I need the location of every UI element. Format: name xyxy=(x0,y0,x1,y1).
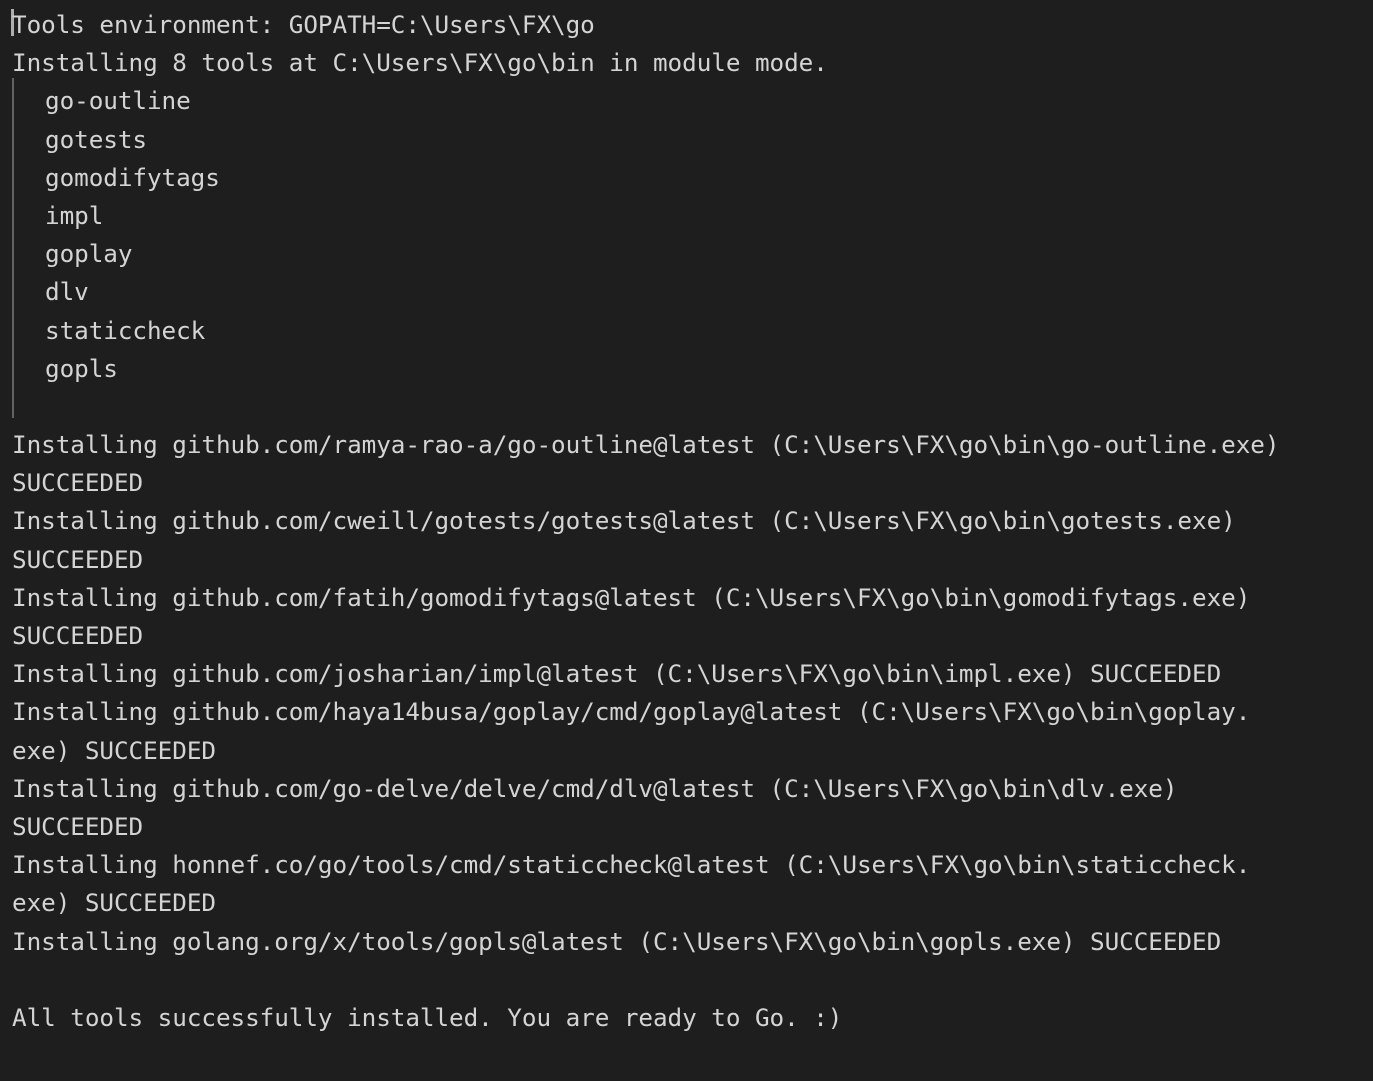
console-install-line: Installing github.com/haya14busa/goplay/… xyxy=(12,697,1251,727)
console-install-line: Installing github.com/cweill/gotests/got… xyxy=(12,506,1236,536)
tool-list-item: go-outline xyxy=(45,86,191,116)
console-install-line: exe) SUCCEEDED xyxy=(12,735,216,765)
tool-list-item: goplay xyxy=(45,239,133,269)
console-install-line: Installing github.com/ramya-rao-a/go-out… xyxy=(12,430,1280,460)
console-line-installing-count: Installing 8 tools at C:\Users\FX\go\bin… xyxy=(12,48,828,78)
output-panel[interactable]: Tools environment: GOPATH=C:\Users\FX\go… xyxy=(0,0,1373,1081)
tool-list-item: gomodifytags xyxy=(45,162,220,192)
tool-list-item: impl xyxy=(45,200,104,230)
console-line-tools-environment: Tools environment: GOPATH=C:\Users\FX\go xyxy=(12,10,595,39)
console-install-line: SUCCEEDED xyxy=(12,468,144,498)
tool-list-item: gotests xyxy=(45,124,147,154)
console-install-line: SUCCEEDED xyxy=(12,811,144,841)
console-install-line: Installing github.com/josharian/impl@lat… xyxy=(12,659,1222,689)
console-install-line: SUCCEEDED xyxy=(12,544,144,574)
console-install-line: Installing github.com/go-delve/delve/cmd… xyxy=(12,773,1178,803)
console-line-all-tools-installed: All tools successfully installed. You ar… xyxy=(12,1002,843,1032)
tool-list-item: staticcheck xyxy=(45,315,206,345)
console-install-line: Installing honnef.co/go/tools/cmd/static… xyxy=(12,850,1251,880)
console-install-line: SUCCEEDED xyxy=(12,621,144,650)
console-install-line: Installing golang.org/x/tools/gopls@late… xyxy=(12,926,1222,956)
console-install-line: Installing github.com/fatih/gomodifytags… xyxy=(12,582,1251,612)
tool-list-item: gopls xyxy=(45,353,118,383)
console-install-line: exe) SUCCEEDED xyxy=(12,888,216,918)
tool-list-item: dlv xyxy=(45,277,89,307)
console-output: Tools environment: GOPATH=C:\Users\FX\go… xyxy=(0,6,1373,1037)
